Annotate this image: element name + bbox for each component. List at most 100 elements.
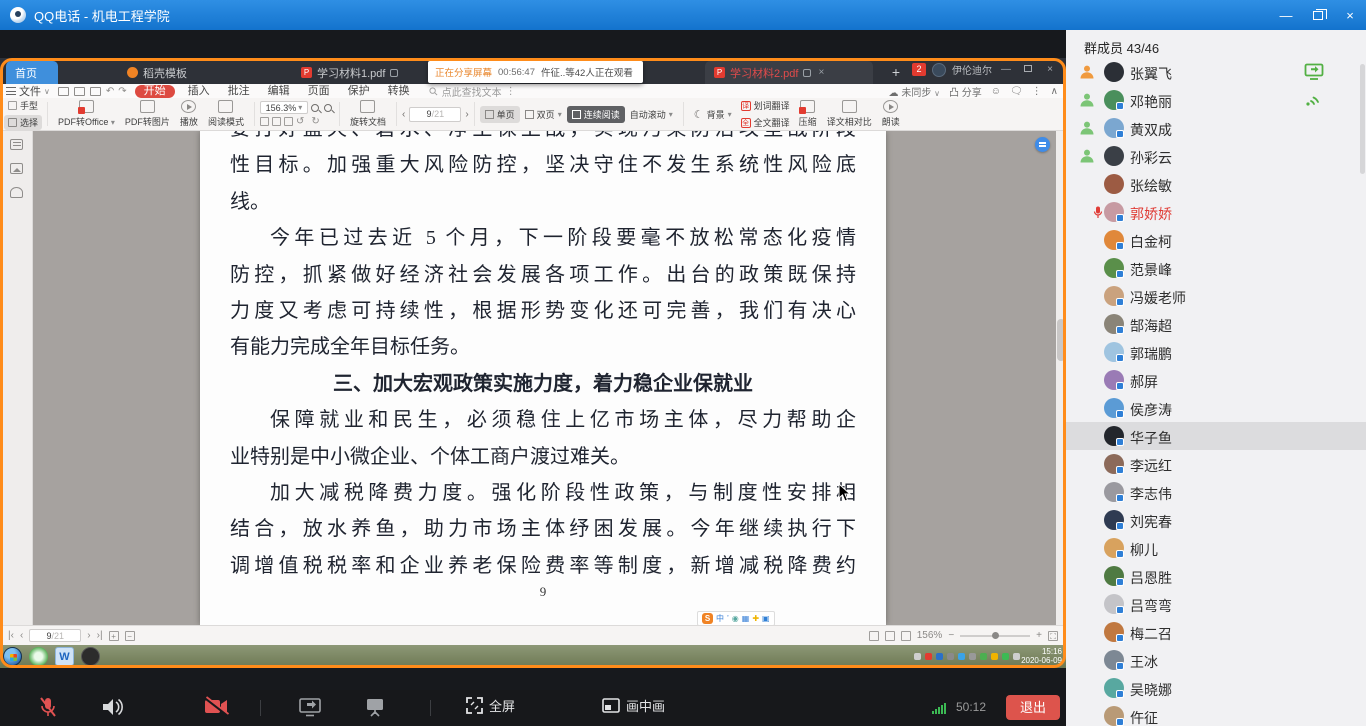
maximize-button[interactable] [1302,0,1334,30]
assistant-floating-button[interactable] [1035,137,1050,152]
member-row[interactable]: 郝屏 [1066,366,1366,394]
exit-call-button[interactable]: 退出 [1006,695,1060,720]
zoom-slider[interactable] [960,631,1031,639]
prev-page-button[interactable]: ‹ [20,630,23,641]
zoom-out-button[interactable]: − [948,630,954,641]
zoom-level-select[interactable]: 156.3% ▾ [259,101,308,114]
member-row[interactable]: 冯媛老师 [1066,282,1366,310]
member-row[interactable]: 王冰 [1066,646,1366,674]
pin-icon[interactable] [803,68,812,77]
scrollbar-thumb[interactable] [1057,319,1065,361]
screen-share-button[interactable] [298,696,322,718]
microphone-muted-button[interactable] [38,696,58,720]
tab-2[interactable]: 稻壳模板 [118,61,246,84]
member-row[interactable]: 吕恩胜 [1066,562,1366,590]
menu-item-保护[interactable]: 保护 [339,84,379,98]
fit-page-icon[interactable] [283,117,293,126]
add-page-icon[interactable]: + [108,630,119,641]
compress-button[interactable]: 压缩 [794,100,822,128]
document-viewport[interactable]: 要打好蓝天、碧水、净土保卫战，实现污染防治攻坚战阶段性目标。加强重大风险防控，坚… [33,131,1066,625]
collapse-ribbon-icon[interactable]: ∧ [1051,86,1058,97]
next-page-button[interactable]: › [465,109,468,120]
pdf-minimize-button[interactable]: — [998,64,1014,75]
tray-icon[interactable] [947,653,954,660]
word-translate-button[interactable]: 译划词翻译 [737,98,794,113]
member-row[interactable]: 邓艳丽 [1066,86,1366,114]
close-button[interactable]: × [1334,0,1366,30]
ime-skin-icon[interactable]: ▣ [762,614,770,623]
fullscreen-icon[interactable]: ⛶ [1048,630,1058,641]
menu-item-编辑[interactable]: 编辑 [259,84,299,98]
rotate-document-button[interactable]: 旋转文档 [345,100,391,128]
background-button[interactable]: ☾ 背景 ▾ [689,106,737,123]
translate-compare-button[interactable]: 译文相对比 [822,100,877,128]
member-row[interactable]: 仵征 [1066,702,1366,726]
outline-panel-icon[interactable] [9,139,23,150]
camera-off-button[interactable] [203,696,229,716]
menu-item-插入[interactable]: 插入 [179,84,219,98]
tray-icon[interactable] [969,653,976,660]
tray-icon[interactable] [1013,653,1020,660]
more-icon[interactable]: ⋮ [1032,86,1042,97]
user-avatar[interactable] [932,62,946,77]
continuous-view-icon[interactable] [900,630,911,641]
member-row[interactable]: 刘宪春 [1066,506,1366,534]
tray-icon[interactable] [980,653,987,660]
double-page-button[interactable]: 双页 ▾ [520,106,567,123]
menu-item-页面[interactable]: 页面 [299,84,339,98]
single-page-button[interactable]: 单页 [479,105,520,123]
member-row[interactable]: 侯彦涛 [1066,394,1366,422]
member-row[interactable]: 柳儿 [1066,534,1366,562]
ime-keyboard-icon[interactable]: ▦ [742,614,750,623]
sogou-input-bar[interactable]: S 中 ’ ◉ ▦ ✚ ▣ [697,611,775,625]
presentation-button[interactable] [364,696,386,718]
fit-width-icon[interactable] [271,117,281,126]
ime-mode-icon[interactable]: 中 [716,613,724,624]
file-menu[interactable]: 文件 ∨ [6,83,50,99]
member-row[interactable]: 郭娇娇 [1066,198,1366,226]
start-button[interactable] [3,647,22,666]
tab-1[interactable]: 首页 [6,61,58,84]
read-mode-button[interactable]: 阅读模式 [203,100,249,128]
tab-3[interactable]: P 学习材料1.pdf [292,61,442,84]
prev-page-button[interactable]: ‹ [402,109,405,120]
open-icon[interactable] [57,86,69,96]
next-page-button[interactable]: › [87,630,90,641]
ime-punct-icon[interactable]: ’ [727,614,729,623]
member-row[interactable]: 孙彩云 [1066,142,1366,170]
sync-status[interactable]: ☁ 未同步 ∨ [889,84,940,99]
member-row[interactable]: 李志伟 [1066,478,1366,506]
undo-icon[interactable]: ↶ [106,86,114,97]
last-page-button[interactable]: ›| [97,630,103,641]
tray-icon[interactable] [914,653,921,660]
member-row[interactable]: 李远红 [1066,450,1366,478]
status-page-input[interactable]: 9/21 [29,629,82,642]
tray-icon[interactable] [991,653,998,660]
comment-icon[interactable]: 🗨 [1010,86,1023,97]
member-list-scrollbar[interactable] [1360,64,1365,174]
member-row[interactable]: 吴晓娜 [1066,674,1366,702]
member-row[interactable]: 黄双成 [1066,114,1366,142]
member-row[interactable]: 张绘敏 [1066,170,1366,198]
hand-tool-button[interactable]: 手型 [4,98,42,113]
tray-icon[interactable] [936,653,943,660]
ime-mic-icon[interactable]: ◉ [732,614,739,623]
menu-item-转换[interactable]: 转换 [379,84,419,98]
taskbar-app-camera[interactable] [81,647,100,666]
single-page-view-icon[interactable] [868,630,879,641]
rotate-left-icon[interactable]: ↺ [296,116,304,127]
document-scrollbar[interactable] [1056,131,1066,625]
pdf-restore-button[interactable] [1020,64,1036,75]
speaker-button[interactable] [100,696,124,718]
more-icon[interactable]: ⋮ [506,86,516,97]
pdf-to-office-button[interactable]: PDF转Office ▾ [53,100,120,128]
pin-icon[interactable] [390,68,399,77]
tray-icon[interactable] [958,653,965,660]
pip-button[interactable]: 画中画 [602,696,665,715]
member-row[interactable]: 华子鱼 [1066,422,1366,450]
stamp-panel-icon[interactable] [9,187,23,198]
member-row[interactable]: 范景峰 [1066,254,1366,282]
first-page-button[interactable]: |‹ [8,630,14,641]
robot-icon[interactable]: ☺ [991,86,1001,97]
play-button[interactable]: 播放 [175,100,203,128]
